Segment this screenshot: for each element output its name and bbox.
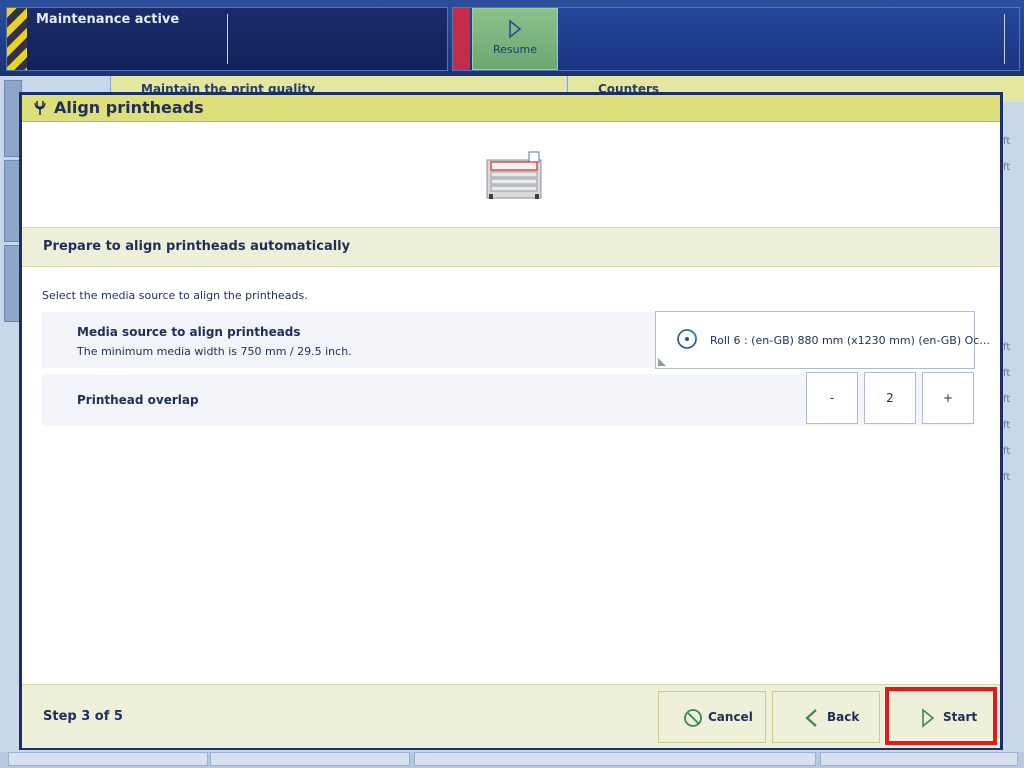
background-edge-text: ft xyxy=(1003,162,1011,173)
section-header: Prepare to align printheads automaticall… xyxy=(22,227,1000,267)
resume-button[interactable]: Resume xyxy=(472,8,558,70)
cancel-icon xyxy=(684,709,702,727)
resume-label: Resume xyxy=(492,43,538,56)
overlap-increment-button[interactable]: + xyxy=(922,372,974,424)
start-button[interactable]: Start xyxy=(886,691,994,743)
background-edge-text: ft xyxy=(1003,136,1011,147)
section-title: Prepare to align printheads automaticall… xyxy=(43,239,351,254)
back-label: Back xyxy=(827,710,860,724)
background-edge-text: ft xyxy=(1003,368,1011,379)
media-source-value: Roll 6 : (en-GB) 880 mm (x1230 mm) (en-G… xyxy=(710,334,990,347)
dialog-title: Align printheads xyxy=(54,98,204,117)
job-panel: Resume xyxy=(452,7,1020,71)
cancel-button[interactable]: Cancel xyxy=(658,691,766,743)
maintenance-status: Maintenance active xyxy=(36,12,180,27)
status-bar: Maintenance active Resume xyxy=(0,0,1024,76)
maintenance-panel: Maintenance active xyxy=(6,7,448,71)
background-bottom-cell[interactable] xyxy=(8,752,208,766)
step-indicator: Step 3 of 5 xyxy=(43,709,123,724)
dropdown-corner-icon xyxy=(658,358,666,366)
printhead-overlap-label: Printhead overlap xyxy=(77,393,199,407)
divider xyxy=(227,14,228,64)
start-label: Start xyxy=(943,710,978,724)
divider xyxy=(1004,14,1005,64)
background-edge-text: ft xyxy=(1003,446,1011,457)
dialog-header: Align printheads xyxy=(22,95,1000,122)
printer-icon xyxy=(486,151,542,199)
media-source-sublabel: The minimum media width is 750 mm / 29.5… xyxy=(77,345,352,358)
error-indicator xyxy=(453,8,470,70)
instruction-text: Select the media source to align the pri… xyxy=(42,289,308,302)
overlap-decrement-button[interactable]: - xyxy=(806,372,858,424)
media-source-select[interactable]: Roll 6 : (en-GB) 880 mm (x1230 mm) (en-G… xyxy=(655,311,990,369)
background-edge-text: ft xyxy=(1003,420,1011,431)
background-edge-text: ft xyxy=(1003,472,1011,483)
background-bottom-cell[interactable] xyxy=(820,752,1018,766)
background-bottom-cell[interactable] xyxy=(210,752,410,766)
overlap-value[interactable]: 2 xyxy=(864,372,916,424)
background-edge-text: ft xyxy=(1003,394,1011,405)
play-icon xyxy=(509,19,522,39)
align-printheads-dialog: Align printheads Prepare to align printh… xyxy=(19,92,1003,750)
play-icon xyxy=(922,708,935,728)
background-edge-text: ft xyxy=(1003,342,1011,353)
dialog-footer: Step 3 of 5 Cancel Back Start xyxy=(22,684,1000,748)
back-button[interactable]: Back xyxy=(772,691,880,743)
cancel-label: Cancel xyxy=(708,710,753,724)
wrench-icon xyxy=(34,101,46,115)
background-bottom-cell[interactable] xyxy=(414,752,816,766)
media-source-label: Media source to align printheads xyxy=(77,325,301,339)
hazard-stripes-icon xyxy=(7,8,27,70)
media-roll-icon xyxy=(677,329,697,349)
back-arrow-icon xyxy=(805,709,817,727)
